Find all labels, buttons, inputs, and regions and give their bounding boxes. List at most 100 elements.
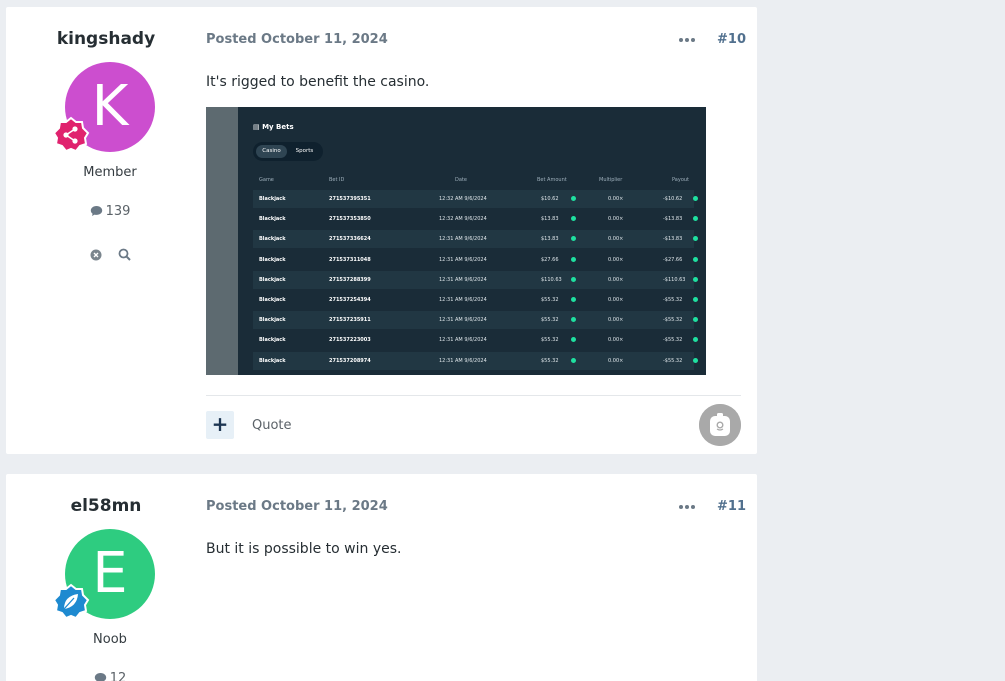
currency-icon xyxy=(571,276,576,282)
currency-icon xyxy=(693,196,698,201)
close-circle-icon[interactable] xyxy=(90,246,102,265)
table-cell-date: 12:32 AM 9/6/2024 xyxy=(439,196,487,202)
quote-button[interactable]: Quote xyxy=(252,418,292,433)
post-count[interactable]: 12 xyxy=(6,671,214,681)
divider xyxy=(206,395,741,396)
currency-icon xyxy=(571,317,576,323)
tab-casino: Casino xyxy=(256,145,287,158)
screenshot-title: ▤ My Bets xyxy=(253,123,294,131)
table-cell-payout: -$27.66 xyxy=(663,256,683,263)
currency-icon xyxy=(693,276,698,282)
leaf-icon xyxy=(52,583,90,621)
post-content: But it is possible to win yes. xyxy=(206,541,402,557)
member-group: Member xyxy=(83,165,137,180)
screenshot-sidebar xyxy=(206,107,238,375)
comment-icon xyxy=(90,206,102,216)
member-group: Noob xyxy=(93,632,127,647)
table-cell-payout: -$110.63 xyxy=(663,276,686,283)
currency-icon xyxy=(571,236,576,242)
table-cell-payout: -$55.32 xyxy=(663,337,683,344)
table-cell-date: 12:31 AM 9/6/2024 xyxy=(439,276,487,283)
table-cell-date: 12:31 AM 9/6/2024 xyxy=(439,317,487,324)
tab-sports: Sports xyxy=(295,148,314,154)
share-network-icon xyxy=(52,116,90,154)
table-row: Blackjack 271537235911 12:31 AM 9/6/2024 $5… xyxy=(253,311,698,330)
table-cell-payout: -$13.83 xyxy=(663,236,683,243)
post-11: el58mn E Noob 12 Posted October 11, 2024… xyxy=(6,474,757,681)
post-content: It's rigged to benefit the casino. xyxy=(206,74,430,90)
table-cell-amount: $110.63 xyxy=(541,276,562,283)
table-cell-id: 271537235911 xyxy=(329,317,371,324)
table-row: Blackjack 271537208974 12:31 AM 9/6/2024 $5… xyxy=(253,351,698,370)
table-cell-game: Blackjack xyxy=(259,196,286,202)
table-cell-game: Blackjack xyxy=(259,317,286,324)
table-cell-amount: $55.32 xyxy=(541,357,559,364)
search-icon[interactable] xyxy=(118,246,131,265)
list-icon: ▤ xyxy=(253,123,263,131)
table-cell-game: Blackjack xyxy=(259,337,286,344)
table-cell-date: 12:31 AM 9/6/2024 xyxy=(439,256,487,263)
table-cell-mult: 0.00× xyxy=(608,337,624,344)
table-cell-mult: 0.00× xyxy=(608,357,624,364)
currency-icon xyxy=(571,216,576,222)
table-cell-game: Blackjack xyxy=(259,256,286,263)
post-number[interactable]: #11 xyxy=(717,499,746,514)
table-cell-mult: 0.00× xyxy=(608,276,624,283)
table-cell-date: 12:31 AM 9/6/2024 xyxy=(439,357,487,364)
table-cell-payout: -$55.32 xyxy=(663,357,683,364)
post-count[interactable]: 139 xyxy=(6,204,214,219)
table-row: Blackjack 271537353850 12:32 AM 9/6/2024 $1… xyxy=(253,210,698,228)
post-10: kingshady K Member 139 Posted October 11… xyxy=(6,7,757,454)
table-cell-game: Blackjack xyxy=(259,297,286,303)
author-actions xyxy=(88,246,136,262)
table-cell-mult: 0.00× xyxy=(608,297,624,303)
post-count-value: 12 xyxy=(109,671,127,681)
currency-icon xyxy=(693,357,698,363)
reaction-icon[interactable] xyxy=(699,404,741,446)
author-name[interactable]: el58mn xyxy=(6,496,206,516)
table-cell-id: 271537311048 xyxy=(329,256,371,263)
post-date[interactable]: Posted October 11, 2024 xyxy=(206,499,388,514)
add-button[interactable]: + xyxy=(206,411,234,439)
table-cell-date: 12:31 AM 9/6/2024 xyxy=(439,337,487,344)
table-cell-payout: -$55.32 xyxy=(663,317,683,324)
author-name[interactable]: kingshady xyxy=(6,29,206,49)
currency-icon xyxy=(571,337,576,343)
bets-table-header: Game Bet ID Date Bet Amount Multiplier P… xyxy=(259,177,690,183)
table-cell-date: 12:31 AM 9/6/2024 xyxy=(439,236,487,243)
table-cell-amount: $55.32 xyxy=(541,317,559,324)
currency-icon xyxy=(571,196,576,201)
table-cell-mult: 0.00× xyxy=(608,317,624,324)
currency-icon xyxy=(693,337,698,343)
post-number[interactable]: #10 xyxy=(717,32,746,47)
more-options-icon[interactable] xyxy=(678,31,696,43)
table-row: Blackjack 271537395351 12:32 AM 9/6/2024 $1… xyxy=(253,190,698,208)
table-cell-date: 12:32 AM 9/6/2024 xyxy=(439,216,487,223)
table-cell-game: Blackjack xyxy=(259,357,286,364)
table-cell-game: Blackjack xyxy=(259,216,286,223)
table-row: Blackjack 271537254394 12:31 AM 9/6/2024 $5… xyxy=(253,291,698,309)
table-cell-amount: $27.66 xyxy=(541,256,559,263)
table-cell-id: 271537208974 xyxy=(329,357,371,364)
table-cell-id: 271537353850 xyxy=(329,216,371,223)
more-options-icon[interactable] xyxy=(678,498,696,510)
table-cell-game: Blackjack xyxy=(259,276,286,283)
currency-icon xyxy=(571,297,576,302)
currency-icon xyxy=(693,297,698,302)
table-cell-date: 12:31 AM 9/6/2024 xyxy=(439,297,487,303)
currency-icon xyxy=(693,256,698,262)
screenshot-tabs: Casino Sports xyxy=(253,142,323,161)
table-cell-mult: 0.00× xyxy=(608,196,624,202)
currency-icon xyxy=(571,256,576,262)
table-cell-amount: $13.83 xyxy=(541,216,559,223)
currency-icon xyxy=(693,317,698,323)
table-row: Blackjack 271537311048 12:31 AM 9/6/2024 $2… xyxy=(253,251,698,269)
table-cell-amount: $55.32 xyxy=(541,337,559,344)
table-cell-mult: 0.00× xyxy=(608,256,624,263)
table-cell-id: 271537223003 xyxy=(329,337,371,344)
table-cell-mult: 0.00× xyxy=(608,216,624,223)
post-date[interactable]: Posted October 11, 2024 xyxy=(206,32,388,47)
table-cell-game: Blackjack xyxy=(259,236,286,243)
table-cell-mult: 0.00× xyxy=(608,236,624,243)
attachment-image[interactable]: ▤ My Bets Casino Sports Game Bet ID Date… xyxy=(206,107,706,375)
